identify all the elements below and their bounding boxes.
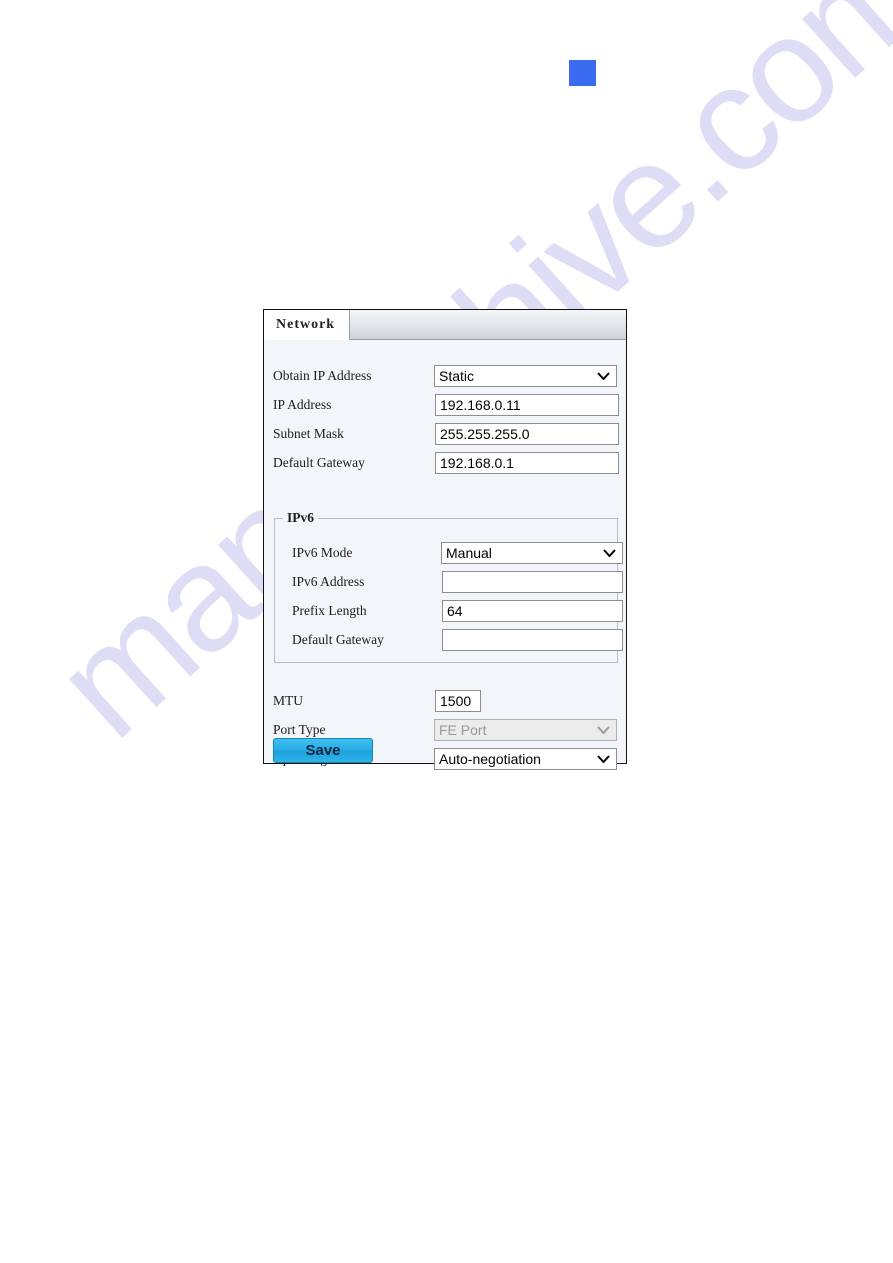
label-default-gateway: Default Gateway bbox=[273, 454, 365, 470]
prefix-length-value: 64 bbox=[447, 602, 463, 619]
port-type-value: FE Port bbox=[439, 721, 487, 738]
row-ipv6-address: IPv6 Address bbox=[275, 567, 623, 596]
row-ipv6-mode: IPv6 Mode Manual bbox=[275, 538, 623, 567]
label-mtu: MTU bbox=[273, 692, 303, 708]
label-port-type: Port Type bbox=[273, 721, 326, 737]
obtain-ip-address-select[interactable]: Static bbox=[434, 364, 617, 387]
subnet-mask-input[interactable]: 255.255.255.0 bbox=[435, 422, 619, 445]
ip-address-input[interactable]: 192.168.0.11 bbox=[435, 393, 619, 416]
ipv6-default-gateway-input[interactable] bbox=[442, 628, 623, 651]
chevron-down-icon bbox=[597, 754, 610, 763]
save-button-label: Save bbox=[305, 742, 341, 759]
chevron-down-icon bbox=[597, 371, 610, 380]
row-subnet-mask: Subnet Mask 255.255.255.0 bbox=[264, 419, 626, 448]
ipv6-mode-select[interactable]: Manual bbox=[441, 541, 623, 564]
save-button[interactable]: Save bbox=[273, 738, 373, 763]
row-obtain-ip-address: Obtain IP Address Static bbox=[264, 361, 626, 390]
row-mtu: MTU 1500 bbox=[264, 686, 626, 715]
label-obtain-ip-address: Obtain IP Address bbox=[273, 367, 372, 383]
tab-network[interactable]: Network bbox=[264, 310, 351, 340]
tab-bar: Network bbox=[264, 310, 626, 340]
mtu-input[interactable]: 1500 bbox=[435, 689, 481, 712]
label-subnet-mask: Subnet Mask bbox=[273, 425, 344, 441]
ipv6-address-input[interactable] bbox=[442, 570, 623, 593]
label-ipv6-address: IPv6 Address bbox=[292, 573, 365, 589]
ipv6-mode-value: Manual bbox=[446, 544, 492, 561]
row-prefix-length: Prefix Length 64 bbox=[275, 596, 623, 625]
panel-body: Obtain IP Address Static IP Address 192.… bbox=[264, 340, 626, 770]
label-ipv6-default-gateway: Default Gateway bbox=[292, 631, 384, 647]
row-default-gateway: Default Gateway 192.168.0.1 bbox=[264, 448, 626, 477]
obtain-ip-address-value: Static bbox=[439, 367, 475, 384]
label-ip-address: IP Address bbox=[273, 396, 332, 412]
chevron-down-icon bbox=[603, 548, 616, 557]
row-ip-address: IP Address 192.168.0.11 bbox=[264, 390, 626, 419]
label-ipv6-mode: IPv6 Mode bbox=[292, 544, 353, 560]
default-gateway-value: 192.168.0.1 bbox=[440, 454, 514, 471]
operating-mode-select[interactable]: Auto-negotiation bbox=[434, 747, 617, 770]
row-ipv6-default-gateway: Default Gateway bbox=[275, 625, 623, 654]
ipv6-fieldset-legend: IPv6 bbox=[283, 510, 318, 526]
chevron-down-icon bbox=[597, 725, 610, 734]
mtu-value: 1500 bbox=[440, 692, 472, 709]
operating-mode-value: Auto-negotiation bbox=[439, 750, 541, 767]
default-gateway-input[interactable]: 192.168.0.1 bbox=[435, 451, 619, 474]
label-prefix-length: Prefix Length bbox=[292, 602, 367, 618]
ipv6-fieldset: IPv6 IPv6 Mode Manual IPv6 Address Prefi… bbox=[274, 510, 623, 663]
subnet-mask-value: 255.255.255.0 bbox=[440, 425, 530, 442]
ip-address-value: 192.168.0.11 bbox=[440, 396, 521, 413]
prefix-length-input[interactable]: 64 bbox=[442, 599, 623, 622]
tab-network-label: Network bbox=[276, 317, 336, 332]
port-type-select[interactable]: FE Port bbox=[434, 718, 617, 741]
blue-marker-square bbox=[569, 60, 596, 86]
network-settings-panel: Network Obtain IP Address Static IP Addr… bbox=[263, 309, 627, 770]
